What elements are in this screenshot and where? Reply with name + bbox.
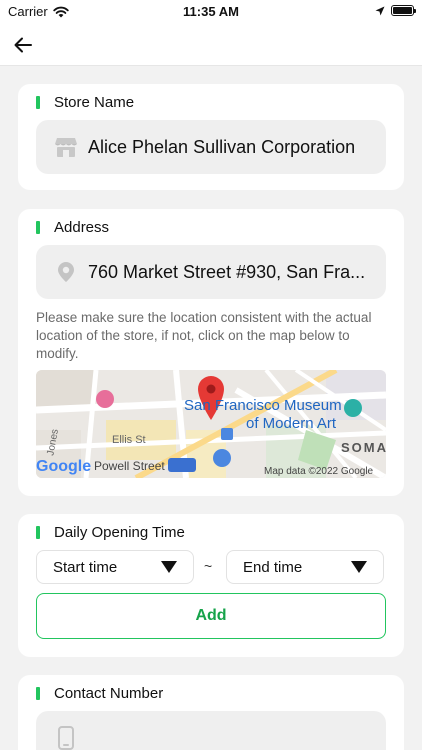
arrow-left-icon <box>14 37 32 53</box>
map-street-3: Powell Street <box>94 459 165 473</box>
contact-number-field[interactable] <box>36 711 386 750</box>
section-marker <box>36 96 40 109</box>
address-value: 760 Market Street #930, San Fra... <box>88 261 366 282</box>
address-hint: Please make sure the location consistent… <box>36 310 372 361</box>
address-field[interactable]: 760 Market Street #930, San Fra... <box>36 245 386 299</box>
map-district-label: SOMA <box>341 440 386 455</box>
section-marker <box>36 221 40 234</box>
map-brand: Google <box>36 458 91 475</box>
store-name-card: Store Name Alice Phelan Sullivan Corpora… <box>18 84 404 190</box>
phone-icon <box>54 726 78 750</box>
start-time-label: Start time <box>53 558 118 576</box>
location-arrow-icon <box>375 6 385 15</box>
end-time-label: End time <box>243 558 303 576</box>
map-attribution: Map data ©2022 Google <box>264 466 374 477</box>
start-time-select[interactable]: Start time <box>36 550 194 584</box>
clock: 11:35 AM <box>183 4 239 19</box>
location-pin-icon <box>54 260 78 284</box>
triangle-down-icon <box>161 561 177 573</box>
add-time-button[interactable]: Add <box>36 593 386 639</box>
section-marker <box>36 526 40 539</box>
contact-number-title: Contact Number <box>36 685 163 702</box>
battery-icon <box>391 5 416 16</box>
opening-time-title: Daily Opening Time <box>36 524 185 541</box>
time-separator: ~ <box>204 558 213 574</box>
back-button[interactable] <box>10 32 36 58</box>
contact-number-card: Contact Number <box>18 675 404 750</box>
store-name-title: Store Name <box>36 94 134 111</box>
end-time-select[interactable]: End time <box>226 550 384 584</box>
location-map[interactable]: San Francisco Museum of Modern Art Jones… <box>36 370 386 478</box>
map-place-label-1: San Francisco Museum <box>184 397 342 414</box>
map-place-label-2: of Modern Art <box>246 415 337 432</box>
map-graphic: San Francisco Museum of Modern Art Jones… <box>36 370 386 478</box>
address-title: Address <box>36 219 109 236</box>
store-name-value: Alice Phelan Sullivan Corporation <box>88 136 356 157</box>
nav-bar <box>0 24 422 66</box>
store-icon <box>54 135 78 159</box>
map-street-2: Ellis St <box>112 434 146 446</box>
triangle-down-icon <box>351 561 367 573</box>
opening-time-card: Daily Opening Time Start time ~ End time… <box>18 514 404 657</box>
status-bar: Carrier 11:35 AM <box>0 0 422 24</box>
section-marker <box>36 687 40 700</box>
store-name-field[interactable]: Alice Phelan Sullivan Corporation <box>36 120 386 174</box>
address-card: Address 760 Market Street #930, San Fra.… <box>18 209 404 496</box>
